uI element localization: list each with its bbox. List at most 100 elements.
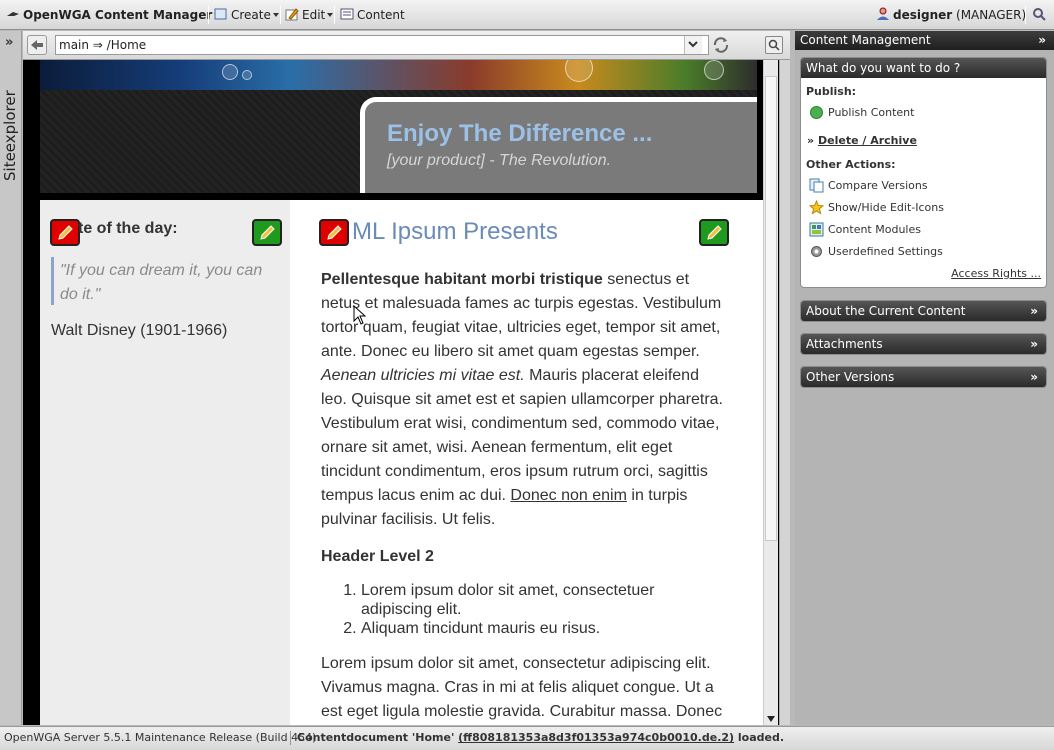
edit-area-button[interactable] (252, 219, 282, 246)
list-item: Lorem ipsum dolor sit amet, consectetuer… (361, 581, 726, 619)
user-menu[interactable]: designer (MANAGER) (876, 7, 1026, 23)
toolbar-divider (280, 6, 281, 24)
create-icon (214, 7, 228, 21)
quote-bar (51, 257, 54, 305)
pencil-icon (707, 225, 722, 240)
attachments-section[interactable]: Attachments » (800, 333, 1047, 355)
back-button[interactable] (27, 35, 47, 55)
edit-item-button[interactable] (50, 219, 80, 246)
quote-column: te of the day: "If you can dream it, you… (40, 200, 290, 725)
other-versions-header[interactable]: Other Versions » (801, 367, 1046, 387)
page-scrollbar[interactable] (763, 60, 778, 725)
publish-content-label: Publish Content (828, 106, 915, 119)
status-message-prefix: Contentdocument 'Home' (297, 731, 459, 744)
status-bar: OpenWGA Server 5.5.1 Maintenance Release… (0, 726, 1054, 750)
edit-item-button[interactable] (319, 219, 349, 246)
status-message: Contentdocument 'Home' (ff808181353a8d3f… (297, 727, 784, 749)
delete-archive-link[interactable]: Delete / Archive (818, 134, 917, 147)
edit-area-button[interactable] (699, 219, 729, 246)
search-icon (1032, 7, 1046, 21)
panel-splitter[interactable] (779, 60, 790, 725)
page-banner: Enjoy The Difference ... [your product] … (40, 60, 757, 193)
refresh-button[interactable] (711, 35, 731, 55)
main-title: ML Ipsum Presents (352, 218, 558, 245)
top-toolbar: OpenWGA Content Manager Create Edit Cont… (0, 0, 1054, 30)
publish-icon (810, 106, 823, 119)
bold-text: Pellentesque habitant morbi tristique (321, 271, 603, 288)
attachments-header[interactable]: Attachments » (801, 334, 1046, 354)
mouse-cursor-icon (353, 304, 367, 328)
chevron-down-icon (327, 13, 334, 17)
gear-icon (811, 246, 822, 257)
publish-label: Publish: (806, 85, 857, 98)
attachments-title: Attachments (806, 337, 883, 351)
about-content-header[interactable]: About the Current Content » (801, 301, 1046, 321)
actions-box-body: Publish: Publish Content » Delete / Arch… (801, 78, 1046, 284)
page-subline: [your product] - The Revolution. (387, 152, 612, 169)
global-search-button[interactable] (1032, 7, 1049, 23)
expand-icon: » (1030, 337, 1038, 351)
compare-icon (809, 178, 824, 193)
address-dropdown-button[interactable] (684, 36, 702, 54)
double-chevron-icon: » (807, 134, 815, 147)
magnifier-icon (768, 39, 780, 51)
scroll-down-icon[interactable] (767, 716, 775, 722)
edit-menu[interactable]: Edit (285, 7, 334, 23)
body-link[interactable]: Donec non enim (510, 487, 627, 504)
toolbar-divider (1025, 6, 1026, 24)
content-list-icon (340, 7, 354, 21)
modules-icon (809, 222, 824, 237)
user-icon (876, 7, 890, 21)
status-message-suffix: loaded. (734, 731, 785, 744)
body-paragraph: Pellentesque habitant morbi tristique se… (321, 268, 726, 532)
pencil-icon (327, 225, 342, 240)
banner-bubble (222, 64, 238, 80)
section-header: Header Level 2 (321, 548, 434, 565)
other-versions-section[interactable]: Other Versions » (800, 366, 1047, 388)
page-search-button[interactable] (765, 36, 783, 54)
server-version: OpenWGA Server 5.5.1 Maintenance Release… (4, 731, 317, 744)
app-title: OpenWGA Content Manager (23, 8, 213, 22)
toolbar-divider (334, 6, 335, 24)
address-input[interactable]: main ⇒ /Home (55, 35, 709, 55)
userdefined-settings-label: Userdefined Settings (828, 245, 943, 258)
other-actions-label: Other Actions: (806, 158, 896, 171)
compare-versions-action[interactable]: Compare Versions (806, 175, 1041, 197)
about-content-section[interactable]: About the Current Content » (800, 300, 1047, 322)
actions-box-title: What do you want to do ? (806, 61, 961, 75)
expand-icon[interactable]: » (5, 35, 13, 50)
content-modules-action[interactable]: Content Modules (806, 219, 1041, 241)
back-arrow-icon (31, 40, 43, 50)
app-menu[interactable]: OpenWGA Content Manager (6, 7, 221, 23)
main-content-column: ML Ipsum Presents Pellentesque habitant … (290, 200, 763, 725)
status-divider (290, 731, 291, 745)
content-label: Content (357, 8, 405, 22)
scrollbar-thumb[interactable] (765, 76, 777, 541)
quote-author: Walt Disney (1901-1966) (51, 322, 228, 339)
openwga-logo-icon (6, 7, 20, 21)
quote-title: te of the day: (78, 220, 178, 237)
delete-archive-action[interactable]: » Delete / Archive (806, 130, 1041, 152)
show-hide-icons-action[interactable]: Show/Hide Edit-Icons (806, 197, 1041, 219)
panel-title: Content Management (800, 33, 931, 47)
address-bar: main ⇒ /Home (23, 31, 790, 60)
about-content-title: About the Current Content (806, 304, 966, 318)
user-name: designer (893, 8, 953, 22)
content-key-link[interactable]: (ff808181353a8d3f01353a974c0b0010.de.2) (458, 731, 734, 744)
collapse-icon[interactable]: » (1038, 31, 1046, 50)
content-modules-label: Content Modules (828, 223, 921, 236)
access-rights-link[interactable]: Access Rights ... (806, 267, 1041, 280)
content-menu[interactable]: Content (340, 7, 405, 23)
body-paragraph: Lorem ipsum dolor sit amet, consectetur … (321, 655, 723, 720)
publish-content-action[interactable]: Publish Content (806, 102, 1041, 124)
quote-text: "If you can dream it, you can do it." (60, 262, 263, 303)
expand-icon: » (1030, 370, 1038, 384)
page-headline: Enjoy The Difference ... (387, 120, 653, 147)
siteexplorer-strip[interactable]: » Siteexplorer (0, 31, 22, 725)
edit-icon (285, 7, 299, 21)
create-menu[interactable]: Create (214, 7, 279, 23)
toolbar-divider (208, 6, 209, 24)
userdefined-settings-action[interactable]: Userdefined Settings (806, 241, 1041, 263)
compare-versions-label: Compare Versions (828, 179, 928, 192)
body-text: Mauris placerat eleifend leo. Quisque si… (321, 367, 723, 504)
